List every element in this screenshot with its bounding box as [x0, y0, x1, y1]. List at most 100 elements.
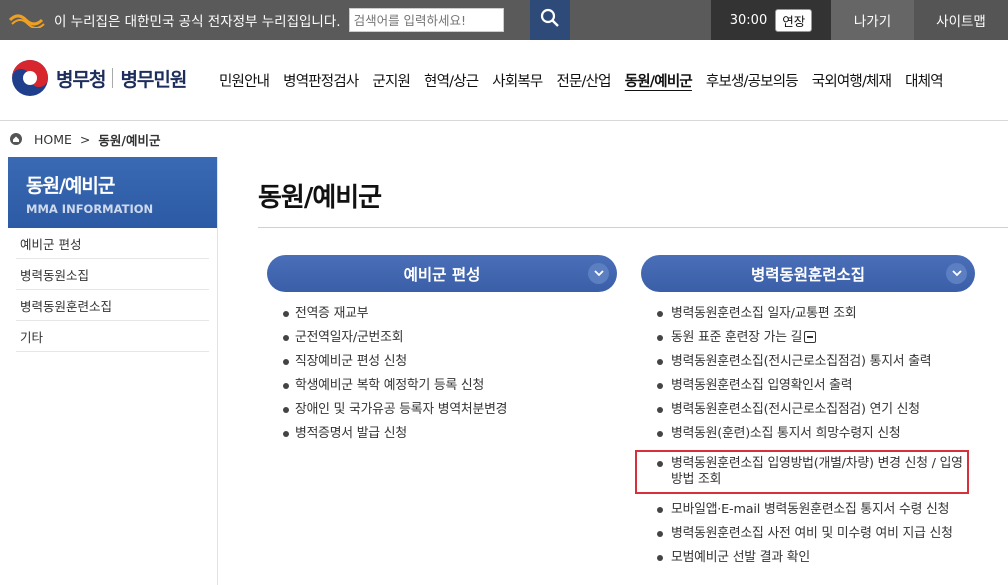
link-label[interactable]: 전역증 재교부	[295, 306, 369, 321]
list-item[interactable]: 직장예비군 편성 신청	[267, 354, 617, 370]
list-item[interactable]: 병력동원(훈련)소집 통지서 희망수령지 신청	[641, 426, 1003, 442]
bullet-icon	[657, 531, 663, 537]
list-item[interactable]: 병력동원훈련소집(전시근로소집점검) 통지서 출력	[641, 354, 1003, 370]
list-item[interactable]: 모범예비군 선발 결과 확인	[641, 550, 1003, 566]
bullet-icon	[657, 359, 663, 365]
service-name: 병무민원	[120, 68, 187, 91]
session-timer-area: 30:00 연장	[711, 0, 831, 40]
main-content: 동원/예비군 예비군 편성 전역증 재교부 군전역일자/군번조회 직장예비군 편…	[238, 157, 1008, 585]
list-item[interactable]: 학생예비군 복학 예정학기 등록 신청	[267, 378, 617, 394]
bullet-icon	[283, 431, 289, 437]
link-label[interactable]: 장애인 및 국가유공 등록자 병역처분변경	[295, 402, 507, 417]
sidebar-header: 동원/예비군 MMA INFORMATION	[8, 157, 217, 228]
section-heading-button[interactable]: 예비군 편성	[267, 255, 617, 292]
chevron-down-icon[interactable]	[588, 263, 609, 284]
session-timer: 30:00	[729, 12, 768, 28]
link-label[interactable]: 학생예비군 복학 예정학기 등록 신청	[295, 378, 484, 393]
link-label[interactable]: 병력동원훈련소집(전시근로소집점검) 연기 신청	[671, 402, 920, 417]
logout-button[interactable]: 나가기	[831, 0, 914, 40]
sidebar-subtitle: MMA INFORMATION	[26, 202, 154, 216]
sidebar-item-reserve-organization[interactable]: 예비군 편성	[16, 228, 209, 259]
logo-divider	[112, 68, 114, 88]
list-item[interactable]: 병력동원훈련소집 사전 여비 및 미수령 여비 지급 신청	[641, 526, 1003, 542]
section-heading: 예비군 편성	[403, 265, 481, 284]
sitemap-button[interactable]: 사이트맵	[914, 0, 1008, 40]
taegeuk-emblem-icon	[10, 58, 50, 98]
list-item[interactable]: 모바일앱·E-mail 병력동원훈련소집 통지서 수령 신청	[641, 502, 1003, 518]
link-label[interactable]: 동원 표준 훈련장 가는 길	[671, 330, 802, 345]
section-link-list: 병력동원훈련소집 일자/교통편 조회 동원 표준 훈련장 가는 길 병력동원훈련…	[635, 306, 1003, 566]
list-item[interactable]: 병적증명서 발급 신청	[267, 426, 617, 442]
section-heading: 병력동원훈련소집	[750, 265, 866, 284]
search-icon	[540, 8, 560, 32]
site-logo[interactable]: 병무청 병무민원	[10, 58, 187, 98]
link-label[interactable]: 병력동원훈련소집 입영방법(개별/차량) 변경 신청 / 입영방법 조회	[671, 456, 963, 487]
bullet-icon	[283, 383, 289, 389]
title-divider	[258, 227, 1008, 228]
highlighted-list-item[interactable]: 병력동원훈련소집 입영방법(개별/차량) 변경 신청 / 입영방법 조회	[635, 450, 969, 494]
link-label[interactable]: 병력동원훈련소집(전시근로소집점검) 통지서 출력	[671, 354, 932, 369]
chevron-down-icon[interactable]	[946, 263, 967, 284]
sidebar-item-etc[interactable]: 기타	[16, 321, 209, 352]
breadcrumb-home[interactable]: HOME	[34, 132, 72, 147]
link-label[interactable]: 병적증명서 발급 신청	[295, 426, 407, 441]
sidebar-menu: 예비군 편성 병력동원소집 병력동원훈련소집 기타	[8, 228, 217, 352]
bullet-icon	[657, 335, 663, 341]
bullet-icon	[657, 383, 663, 389]
breadcrumb-current[interactable]: 동원/예비군	[98, 130, 160, 149]
bullet-icon	[657, 555, 663, 561]
breadcrumb-separator: >	[79, 131, 91, 147]
link-label[interactable]: 군전역일자/군번조회	[295, 330, 403, 345]
nav-item-military-application[interactable]: 군지원	[372, 70, 410, 91]
nav-item-candidates[interactable]: 후보생/공보의등	[706, 70, 799, 91]
sidebar-item-mobilization-training[interactable]: 병력동원훈련소집	[16, 290, 209, 321]
section-heading-button[interactable]: 병력동원훈련소집	[641, 255, 975, 292]
link-label[interactable]: 병력동원훈련소집 사전 여비 및 미수령 여비 지급 신청	[671, 526, 953, 541]
list-item[interactable]: 병력동원훈련소집 일자/교통편 조회	[641, 306, 1003, 322]
breadcrumb: HOME > 동원/예비군	[0, 121, 1008, 157]
link-label[interactable]: 병력동원훈련소집 일자/교통편 조회	[671, 306, 857, 321]
list-item[interactable]: 동원 표준 훈련장 가는 길	[641, 330, 1003, 346]
link-label[interactable]: 모바일앱·E-mail 병력동원훈련소집 통지서 수령 신청	[671, 502, 949, 517]
sidebar: 동원/예비군 MMA INFORMATION 예비군 편성 병력동원소집 병력동…	[8, 157, 218, 585]
org-name: 병무청	[56, 68, 106, 91]
extend-session-button[interactable]: 연장	[775, 8, 813, 32]
list-item[interactable]: 병력동원훈련소집(전시근로소집점검) 연기 신청	[641, 402, 1003, 418]
bullet-icon	[657, 407, 663, 413]
new-window-icon	[804, 331, 817, 343]
list-item[interactable]: 장애인 및 국가유공 등록자 병역처분변경	[267, 402, 617, 418]
section-link-list: 전역증 재교부 군전역일자/군번조회 직장예비군 편성 신청 학생예비군 복학 …	[267, 306, 617, 442]
search-input[interactable]	[348, 8, 504, 32]
bullet-icon	[283, 335, 289, 341]
section-reserve-organization: 예비군 편성 전역증 재교부 군전역일자/군번조회 직장예비군 편성 신청 학생…	[267, 255, 617, 450]
sidebar-title: 동원/예비군	[26, 175, 115, 197]
gov-notice: 이 누리집은 대한민국 공식 전자정부 누리집입니다.	[54, 14, 341, 30]
nav-item-overseas-travel[interactable]: 국외여행/체재	[812, 70, 892, 91]
nav-item-alternative-service[interactable]: 대체역	[905, 70, 943, 91]
list-item[interactable]: 전역증 재교부	[267, 306, 617, 322]
bullet-icon	[657, 461, 663, 467]
nav-item-conscription-exam[interactable]: 병역판정검사	[283, 70, 359, 91]
nav-item-civil-guide[interactable]: 민원안내	[219, 70, 270, 91]
sidebar-item-mobilization-call[interactable]: 병력동원소집	[16, 259, 209, 290]
list-item[interactable]: 병력동원훈련소집 입영확인서 출력	[641, 378, 1003, 394]
link-label[interactable]: 병력동원(훈련)소집 통지서 희망수령지 신청	[671, 426, 901, 441]
link-label[interactable]: 병력동원훈련소집 입영확인서 출력	[671, 378, 853, 393]
link-label[interactable]: 모범예비군 선발 결과 확인	[671, 550, 810, 565]
nav-item-mobilization-reserve[interactable]: 동원/예비군	[625, 70, 693, 91]
bullet-icon	[283, 407, 289, 413]
bullet-icon	[283, 359, 289, 365]
list-item[interactable]: 군전역일자/군번조회	[267, 330, 617, 346]
gov-banner: 이 누리집은 대한민국 공식 전자정부 누리집입니다. 30:00 연장 나가기…	[0, 0, 1008, 40]
nav-item-professional-industry[interactable]: 전문/산업	[556, 70, 611, 91]
home-icon[interactable]	[10, 133, 22, 145]
search-button[interactable]	[530, 0, 570, 40]
section-mobilization-training: 병력동원훈련소집 병력동원훈련소집 일자/교통편 조회 동원 표준 훈련장 가는…	[635, 255, 1003, 574]
bullet-icon	[283, 311, 289, 317]
nav-item-active-duty[interactable]: 현역/상근	[424, 70, 479, 91]
nav-item-social-service[interactable]: 사회복무	[492, 70, 543, 91]
link-label[interactable]: 직장예비군 편성 신청	[295, 354, 407, 369]
bullet-icon	[657, 311, 663, 317]
site-header: 병무청 병무민원 민원안내 병역판정검사 군지원 현역/상근 사회복무 전문/산…	[0, 40, 1008, 121]
main-nav: 민원안내 병역판정검사 군지원 현역/상근 사회복무 전문/산업 동원/예비군 …	[219, 70, 957, 91]
